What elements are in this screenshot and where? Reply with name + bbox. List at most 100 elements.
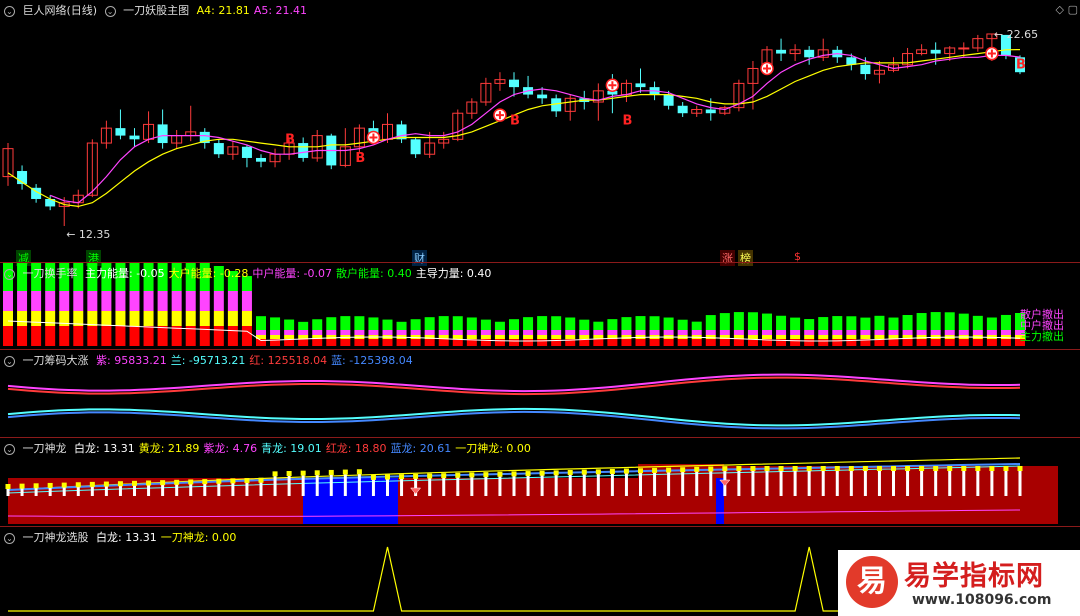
yellow-dragon-head [567,470,573,475]
main-energy-bar [593,339,604,346]
mid-energy-bar [31,291,42,311]
retail-energy-bar [874,315,885,330]
yellow-dragon-head [905,466,911,471]
mid-energy-bar [129,291,140,311]
yellow-dragon-head [300,470,306,476]
mid-energy-bar [986,330,997,335]
yellow-dragon-head [314,470,320,476]
param-2: 红: 125518.04 [249,354,328,367]
yellow-dragon-head [876,466,882,471]
collapse-icon[interactable]: ⌄ [4,443,15,455]
collapse-icon[interactable]: ⌄ [104,5,116,17]
mid-energy-bar [551,330,562,335]
yellow-dragon-head [736,466,742,471]
mid-energy-bar [115,291,126,311]
turnover-panel[interactable]: ⌄ 一刀换手率 主力能量: -0.05 大户能量: -0.28 中户能量: -0.0… [0,263,1080,348]
main-energy-bar [31,326,42,346]
yellow-dragon-head [497,471,503,477]
param-1: 一刀神龙: 0.00 [160,531,237,544]
param-3: 散户能量: 0.40 [336,267,412,280]
large-energy-bar [227,311,238,326]
retail-energy-bar [916,313,927,330]
mid-energy-bar [87,291,98,311]
mid-energy-bar [930,330,941,335]
main-chart-panel[interactable]: ⌄ 巨人网络(日线) ⌄ 一刀妖股主图 A4: 21.81 A5: 21.41 ◇… [0,0,1080,266]
retail-energy-bar [340,316,351,330]
yellow-dragon-head [230,478,236,484]
collapse-icon[interactable]: ⌄ [4,268,15,280]
large-energy-bar [452,335,463,339]
retail-energy-bar [270,317,281,330]
large-energy-bar [874,335,885,339]
mid-energy-bar [270,330,281,335]
param-2: 中户能量: -0.07 [252,267,333,280]
main-energy-bar [986,339,997,346]
collapse-icon[interactable]: ⌄ [4,355,15,367]
mid-energy-bar [902,330,913,335]
param-0: A4: 21.81 [196,4,250,17]
large-energy-bar [17,311,28,326]
dragon-header: ⌄ 一刀神龙 白龙: 13.31 黄龙: 21.89 紫龙: 4.76 青龙: 19.… [4,440,539,456]
mid-energy-bar [593,330,604,335]
indicator-name: 一刀换手率 [22,267,78,280]
dragon-panel[interactable]: ⌄ 一刀神龙 白龙: 13.31 黄龙: 21.89 紫龙: 4.76 青龙: 19.… [0,438,1080,526]
retail-energy-bar [762,313,772,330]
yellow-dragon-head [469,472,475,478]
mid-energy-bar [59,291,70,311]
mid-energy-bar [17,291,28,311]
yellow-dragon-head [5,484,11,489]
param-0: 白龙: 13.31 [96,531,157,544]
main-energy-bar [804,339,815,346]
collapse-icon[interactable]: ⌄ [4,5,15,17]
yellow-dragon-head [792,466,798,471]
param-6: 一刀神龙: 0.00 [455,442,531,455]
mid-energy-bar [480,330,491,335]
candlestick-chart[interactable]: B B B B B ← 22.65 ← 12.35 [0,0,1080,262]
yellow-dragon-head [272,471,278,477]
mid-energy-bar [916,330,927,335]
main-energy-bar [227,326,238,346]
yellow-dragon-head [511,471,517,477]
retail-energy-bar [747,312,758,330]
candle-body [663,94,674,106]
indicator-params: 主力能量: -0.05 大户能量: -0.28 中户能量: -0.07 散户能量: 0… [85,267,495,280]
mid-energy-bar [157,291,168,311]
yellow-dragon-head [427,473,433,479]
large-energy-bar [466,335,477,339]
indicator-params: A4: 21.81 A5: 21.41 [197,4,311,17]
param-5: 蓝龙: 20.61 [390,442,452,455]
mid-energy-bar [509,330,519,335]
retail-energy-bar [410,319,421,330]
watermark-logo: 易 易学指标网 www.108096.com [838,550,1080,616]
stock-title: 巨人网络(日线) [22,4,98,17]
mid-energy-bar [705,330,716,335]
candle-body [677,105,688,114]
mid-energy-bar [284,330,295,335]
retail-energy-bar [438,316,449,330]
retail-energy-bar [326,317,337,330]
retail-energy-bar [832,316,843,330]
candle-body [930,49,941,54]
retail-energy-bar [621,317,632,330]
turnover-header: ⌄ 一刀换手率 主力能量: -0.05 大户能量: -0.28 中户能量: -0.0… [4,265,499,281]
yellow-dragon-head [862,466,868,471]
yellow-dragon-head [328,469,334,475]
indicator-params: 白龙: 13.31 黄龙: 21.89 紫龙: 4.76 青龙: 19.01 红龙: 1… [74,442,535,455]
yellow-dragon-head [399,474,405,480]
mid-energy-bar [494,330,505,335]
retail-energy-bar [649,316,660,330]
yellow-dragon-head [975,466,981,471]
collapse-icon[interactable]: ⌄ [4,532,15,544]
large-energy-bar [129,311,140,326]
large-energy-bar [199,311,210,326]
mid-energy-bar [312,330,323,335]
retail-energy-bar [424,317,435,330]
main-energy-bar [298,339,309,346]
main-energy-bar [509,339,519,346]
main-energy-bar [45,326,56,346]
yellow-dragon-head [441,473,447,479]
mid-energy-bar [171,291,182,311]
large-energy-bar [705,335,716,339]
chips-panel[interactable]: ⌄ 一刀筹码大涨 紫: 95833.21 兰: -95713.21 红: 12551… [0,350,1080,437]
candle-body [241,146,252,158]
